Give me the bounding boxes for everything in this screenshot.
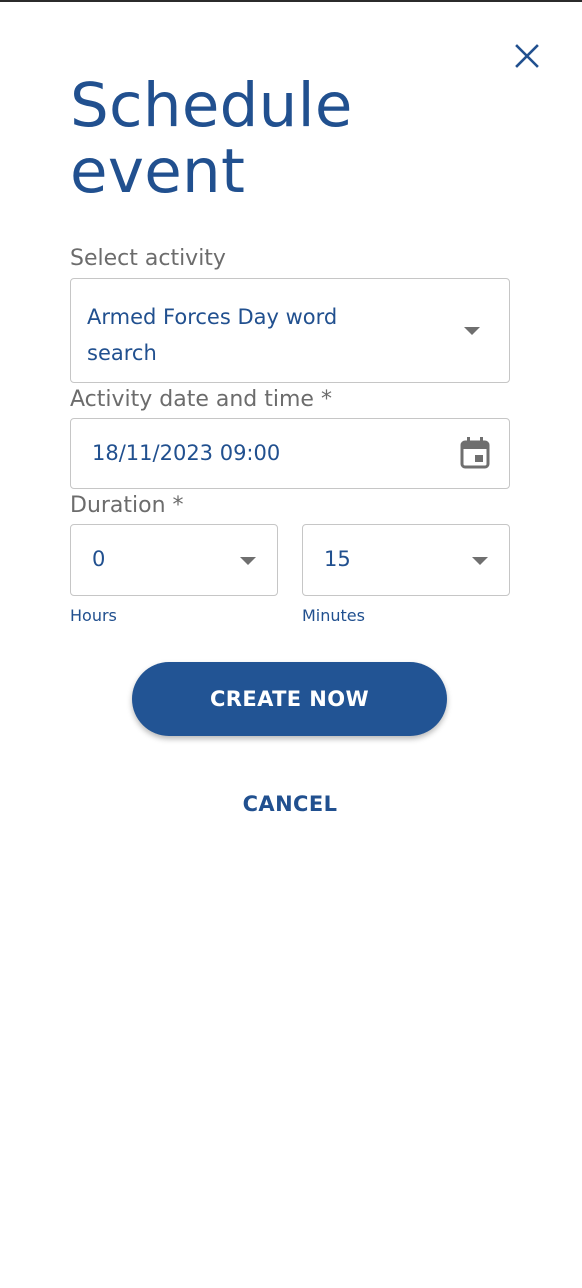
chevron-down-icon	[240, 557, 256, 565]
chevron-down-icon	[464, 327, 480, 335]
activity-datetime-field[interactable]: 18/11/2023 09:00	[70, 418, 510, 489]
activity-value-line-1: Armed Forces Day word	[87, 305, 338, 329]
dialog-title-line-2: event	[70, 136, 246, 207]
close-button[interactable]	[509, 38, 545, 74]
duration-hours-value: 0	[92, 547, 106, 571]
duration-label: Duration *	[70, 493, 184, 518]
select-activity-label: Select activity	[70, 246, 226, 271]
calendar-icon[interactable]	[460, 437, 490, 469]
duration-minutes-select[interactable]: 15	[302, 524, 510, 596]
create-now-button[interactable]: CREATE NOW	[132, 662, 447, 736]
duration-minutes-value: 15	[324, 547, 351, 571]
activity-value-line-2: search	[87, 341, 157, 365]
activity-datetime-value: 18/11/2023 09:00	[92, 441, 281, 465]
cancel-button[interactable]: CANCEL	[190, 780, 390, 828]
activity-select-value: Armed Forces Day word search	[87, 299, 337, 371]
dialog-title: Schedule event	[70, 73, 353, 205]
close-icon	[515, 44, 539, 68]
activity-select[interactable]: Armed Forces Day word search	[70, 278, 510, 383]
chevron-down-icon	[472, 557, 488, 565]
dialog-title-line-1: Schedule	[70, 70, 353, 141]
activity-datetime-label: Activity date and time *	[70, 387, 332, 412]
cancel-label: CANCEL	[242, 792, 338, 816]
duration-hours-caption: Hours	[70, 606, 117, 625]
duration-hours-select[interactable]: 0	[70, 524, 278, 596]
window-top-border	[0, 0, 582, 2]
duration-minutes-caption: Minutes	[302, 606, 365, 625]
create-now-label: CREATE NOW	[209, 687, 370, 711]
